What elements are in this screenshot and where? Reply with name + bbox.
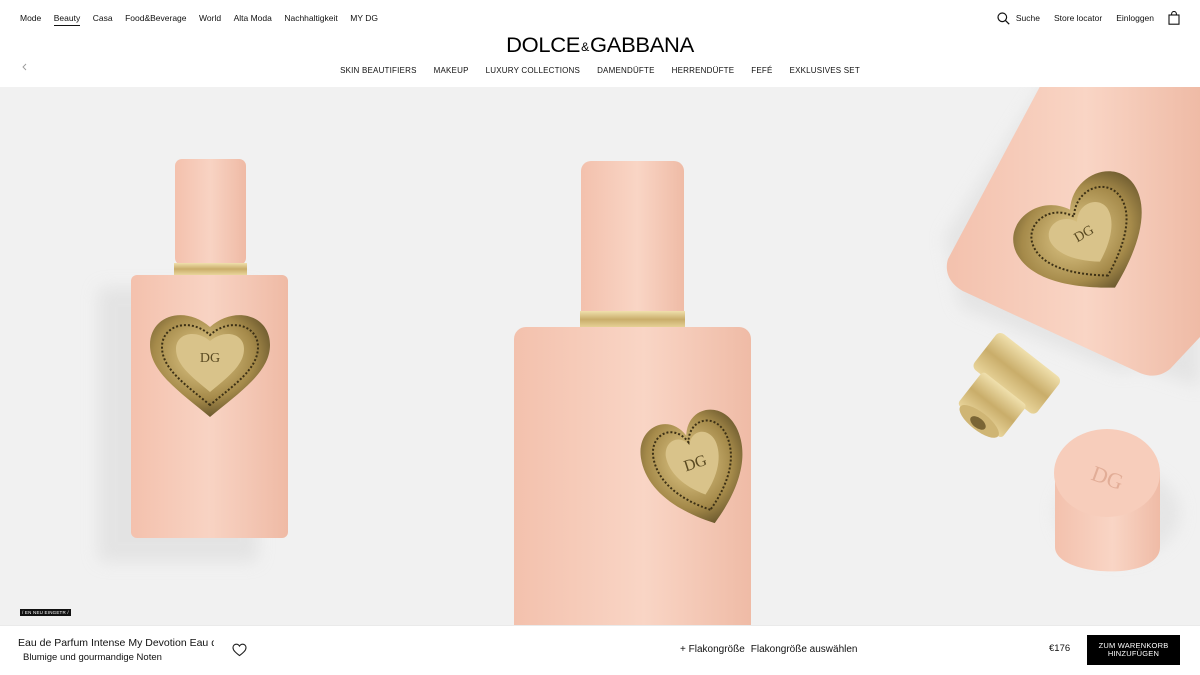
brand-logo-left: DOLCE	[506, 33, 581, 57]
search-button[interactable]: Suche	[997, 11, 1040, 25]
category-exklusives-set[interactable]: EXKLUSIVES SET	[790, 66, 860, 75]
brand-logo[interactable]: DOLCE&GABBANA	[0, 33, 1200, 58]
product-hero-gallery[interactable]: DG DG DG DG / EN NEU EINGETR /	[0, 87, 1200, 625]
topnav-item-nachhaltigkeit[interactable]: Nachhaltigkeit	[284, 13, 337, 26]
product-description: Blumige und gourmandige Noten	[23, 652, 162, 663]
hero-image: DG DG DG DG	[98, 87, 1200, 625]
topnav-item-mode[interactable]: Mode	[20, 13, 41, 26]
topnav-item-alta-moda[interactable]: Alta Moda	[234, 13, 272, 26]
brand-logo-right: GABBANA	[590, 33, 694, 57]
category-damenduefte[interactable]: DAMENDÜFTE	[597, 66, 655, 75]
new-arrival-badge: / EN NEU EINGETR /	[20, 609, 71, 616]
category-luxury-collections[interactable]: LUXURY COLLECTIONS	[486, 66, 580, 75]
bottle-cap: DG	[1054, 429, 1180, 572]
utility-navigation: Suche Store locator Einloggen	[997, 11, 1180, 25]
topnav-item-world[interactable]: World	[199, 13, 221, 26]
site-header: Mode Beauty Casa Food&Beverage World Alt…	[0, 0, 1200, 87]
badge-label: / EN NEU EINGETR /	[22, 610, 69, 615]
shopping-bag-icon[interactable]	[1168, 11, 1180, 25]
bottle-front-view: DG	[98, 159, 288, 562]
category-skin-beautifiers[interactable]: SKIN BEAUTIFIERS	[340, 66, 417, 75]
topnav-item-my-dg[interactable]: MY DG	[350, 13, 378, 26]
svg-text:DG: DG	[200, 351, 220, 366]
brand-logo-ampersand: &	[581, 40, 590, 54]
store-locator-link[interactable]: Store locator	[1054, 13, 1102, 23]
add-to-cart-button[interactable]: ZUM WARENKORB HINZUFÜGEN	[1087, 635, 1180, 665]
size-selector: + Flakongröße Flakongröße auswählen	[680, 644, 858, 655]
bottle-open-angle-view: DG	[945, 87, 1200, 438]
topnav-item-casa[interactable]: Casa	[93, 13, 113, 26]
category-fefe[interactable]: FEFÉ	[751, 66, 772, 75]
size-select[interactable]: Flakongröße auswählen	[751, 644, 858, 655]
top-navigation: Mode Beauty Casa Food&Beverage World Alt…	[20, 13, 390, 26]
size-toggle[interactable]: + Flakongröße	[680, 644, 745, 655]
category-herrenduefte[interactable]: HERRENDÜFTE	[672, 66, 735, 75]
topnav-item-food-beverage[interactable]: Food&Beverage	[125, 13, 186, 26]
search-icon	[997, 11, 1010, 25]
product-price: €176	[1049, 643, 1071, 654]
login-link[interactable]: Einloggen	[1116, 13, 1154, 23]
category-makeup[interactable]: MAKEUP	[434, 66, 469, 75]
wishlist-heart-icon[interactable]	[232, 643, 247, 657]
topnav-item-beauty[interactable]: Beauty	[53, 13, 81, 26]
bottle-close-up: DG	[514, 161, 751, 625]
sprayer-icon	[958, 333, 1061, 438]
search-label: Suche	[1015, 13, 1040, 23]
product-purchase-bar: Eau de Parfum Intense My Devotion Eau de…	[0, 625, 1200, 675]
product-name: Eau de Parfum Intense My Devotion Eau de	[18, 637, 214, 649]
category-navigation: SKIN BEAUTIFIERS MAKEUP LUXURY COLLECTIO…	[0, 66, 1200, 75]
